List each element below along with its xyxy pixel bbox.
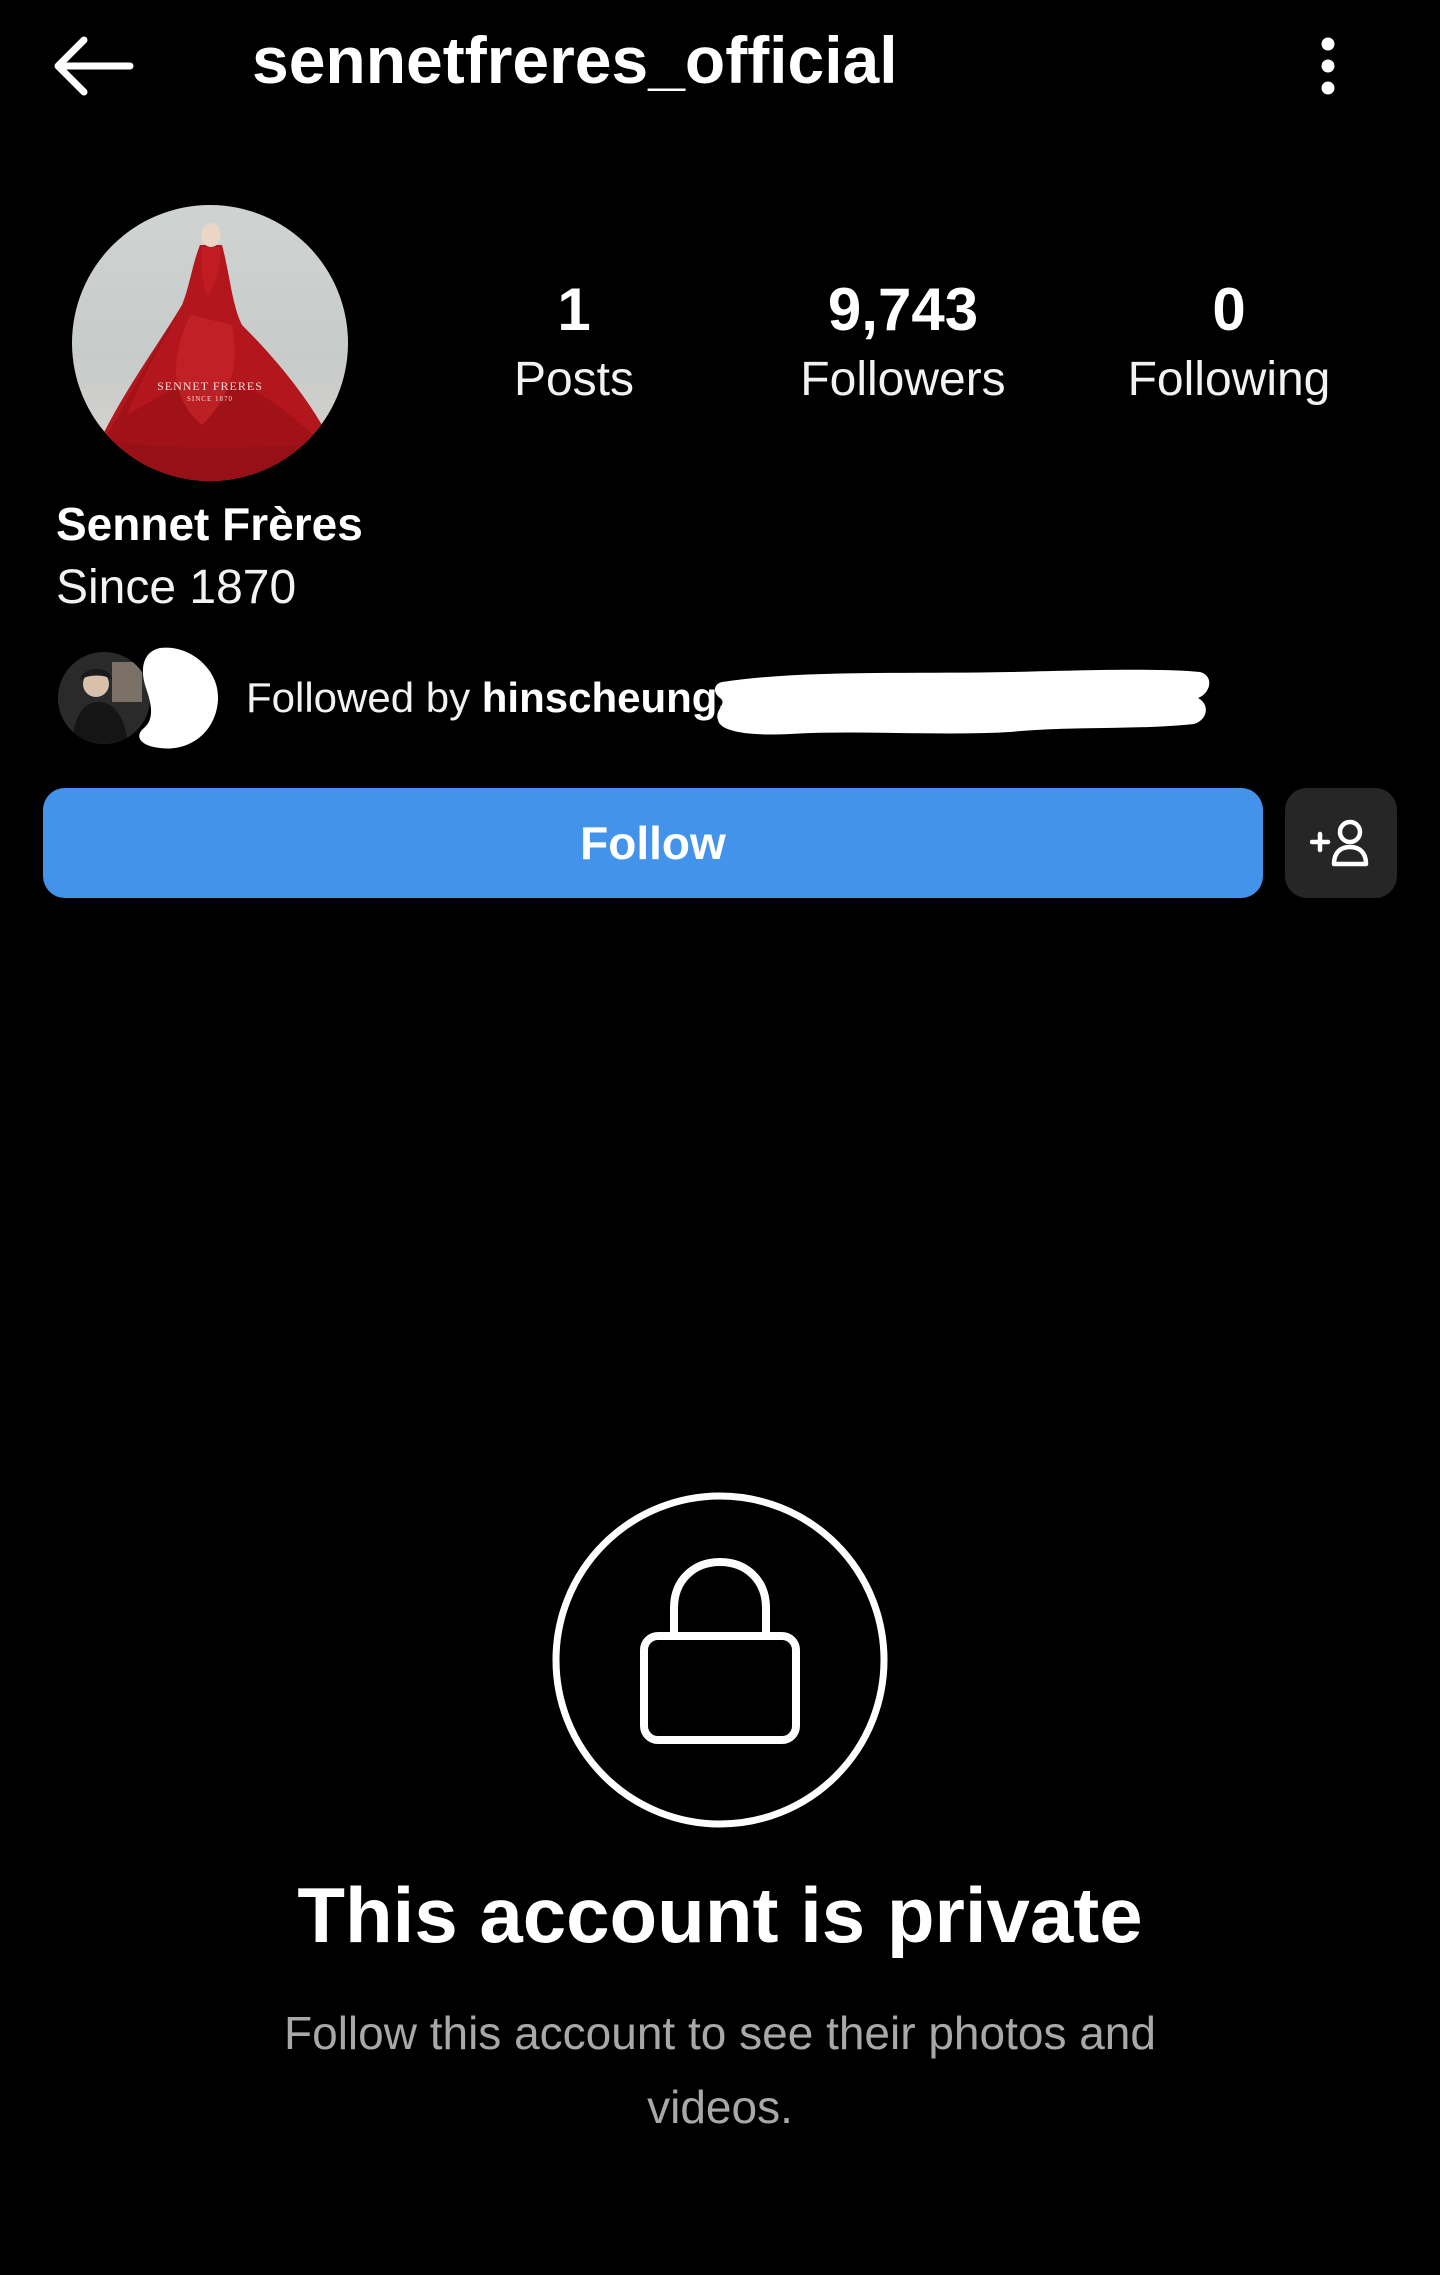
- private-account-title: This account is private: [297, 1871, 1143, 1959]
- posts-stat[interactable]: 1 Posts: [424, 272, 724, 412]
- followed-by-text[interactable]: Followed by hinscheung,: [246, 668, 729, 728]
- followers-stat[interactable]: 9,743 Followers: [753, 272, 1053, 412]
- more-options-button[interactable]: [1300, 28, 1356, 104]
- followed-by-prefix: Followed by: [246, 674, 482, 721]
- lock-badge: [550, 1490, 890, 1830]
- posts-count: 1: [557, 276, 591, 343]
- suggested-accounts-button[interactable]: [1285, 788, 1397, 898]
- avatar-sub-text: SINCE 1870: [187, 395, 233, 403]
- follow-button[interactable]: Follow: [43, 788, 1263, 898]
- mutual-follower-avatar-redacted[interactable]: [130, 640, 230, 756]
- profile-avatar[interactable]: SENNET FRERES SINCE 1870: [72, 205, 348, 481]
- followers-count: 9,743: [827, 276, 979, 343]
- add-person-icon: [1310, 819, 1369, 867]
- following-stat[interactable]: 0 Following: [1079, 272, 1379, 412]
- avatar-brand-text: SENNET FRERES: [157, 379, 263, 393]
- followed-by-name[interactable]: hinscheung,: [482, 674, 729, 721]
- back-arrow-icon: [54, 36, 134, 96]
- redaction-mark: [710, 660, 1215, 740]
- followers-label: Followers: [800, 353, 1006, 406]
- posts-label: Posts: [513, 353, 635, 406]
- lock-icon: [552, 1492, 888, 1828]
- private-account-subtitle: Follow this account to see their photos …: [284, 2007, 1156, 2133]
- page-title: sennetfreres_official: [252, 23, 898, 97]
- bio-text: Since 1870: [56, 561, 297, 614]
- back-button[interactable]: [50, 28, 150, 104]
- more-vertical-icon: [1321, 37, 1335, 95]
- following-label: Following: [1127, 353, 1331, 406]
- following-count: 0: [1212, 276, 1246, 343]
- display-name: Sennet Frères: [56, 498, 363, 550]
